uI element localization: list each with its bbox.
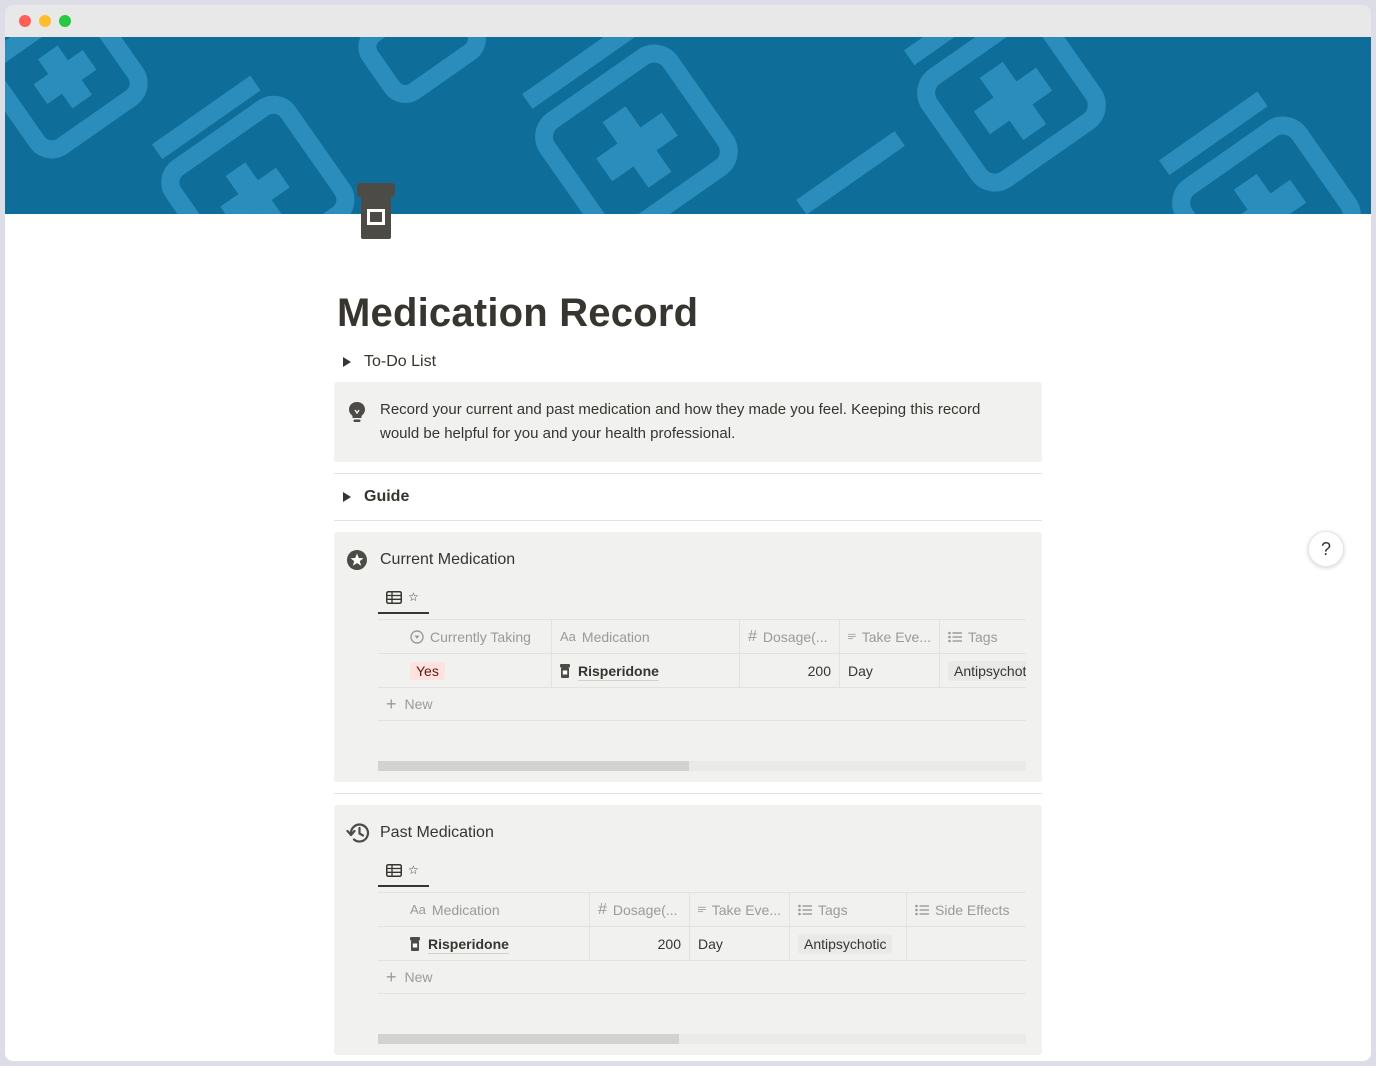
column-header-take-every[interactable]: Take Eve... xyxy=(840,620,940,653)
guide-toggle[interactable]: Guide xyxy=(334,482,1042,512)
divider xyxy=(334,520,1042,521)
column-label: Currently Taking xyxy=(430,628,531,645)
pill-bottle-icon xyxy=(410,936,420,951)
horizontal-scrollbar[interactable] xyxy=(378,1034,1026,1044)
divider xyxy=(334,473,1042,474)
title-bar xyxy=(5,5,1371,37)
callout-block: Record your current and past medication … xyxy=(334,382,1042,462)
column-label: Medication xyxy=(581,628,650,645)
cover-image[interactable] xyxy=(5,37,1371,214)
table-header-row: Currently Taking Aa Medication # Dosage(… xyxy=(378,619,1026,654)
table-icon xyxy=(386,590,402,604)
help-button[interactable]: ? xyxy=(1308,531,1344,567)
column-label: Tags xyxy=(818,901,848,918)
column-header-dosage[interactable]: # Dosage(... xyxy=(740,620,840,653)
column-header-tags[interactable]: Tags xyxy=(790,893,907,926)
callout-text: Record your current and past medication … xyxy=(380,401,981,442)
table-header-row: Aa Medication # Dosage(... Take Eve... T… xyxy=(378,892,1026,927)
column-label: Dosage(... xyxy=(612,901,678,918)
lightbulb-icon xyxy=(349,402,365,422)
add-new-row-button[interactable]: + New xyxy=(378,688,1026,721)
table-icon xyxy=(386,863,402,877)
medication-link[interactable]: Risperidone xyxy=(428,936,509,952)
toggle-triangle-icon[interactable] xyxy=(343,492,351,502)
table-row[interactable]: Yes Risperidone 200 Day Antipsychotic xyxy=(378,654,1026,688)
list-icon xyxy=(948,631,962,642)
column-header-medication[interactable]: Aa Medication xyxy=(378,893,590,926)
text-icon xyxy=(698,906,706,912)
medication-link[interactable]: Risperidone xyxy=(578,663,659,679)
past-medication-table: Aa Medication # Dosage(... Take Eve... T… xyxy=(378,892,1026,994)
pill-bottle-icon xyxy=(560,663,570,678)
cell-take-every[interactable]: Day xyxy=(840,654,940,687)
cell-dosage[interactable]: 200 xyxy=(590,927,690,960)
close-window-button[interactable] xyxy=(19,15,31,27)
new-label: New xyxy=(404,969,433,985)
column-header-side-effects[interactable]: Side Effects xyxy=(907,893,1026,926)
number-icon: # xyxy=(748,627,757,645)
title-icon: Aa xyxy=(560,629,576,644)
text-icon xyxy=(848,633,856,639)
column-label: Tags xyxy=(968,628,998,645)
cell-side-effects[interactable] xyxy=(907,927,1026,960)
cell-dosage[interactable]: 200 xyxy=(740,654,840,687)
history-icon xyxy=(346,823,370,843)
current-medication-database: Current Medication ☆ Currently Taking Aa… xyxy=(334,532,1042,782)
list-icon xyxy=(798,904,812,915)
page-title[interactable]: Medication Record xyxy=(337,291,698,336)
table-view-tab[interactable]: ☆ xyxy=(378,855,429,887)
column-header-take-every[interactable]: Take Eve... xyxy=(690,893,790,926)
scrollbar-thumb[interactable] xyxy=(378,1034,680,1044)
column-label: Side Effects xyxy=(935,901,1010,918)
past-medication-title[interactable]: Past Medication xyxy=(380,824,494,842)
table-row[interactable]: Risperidone 200 Day Antipsychotic xyxy=(378,927,1026,961)
cell-medication[interactable]: Risperidone xyxy=(552,654,740,687)
cell-tags[interactable]: Antipsychotic xyxy=(940,654,1026,687)
cell-currently-taking[interactable]: Yes xyxy=(378,654,552,687)
column-label: Take Eve... xyxy=(861,628,931,645)
column-header-currently-taking[interactable]: Currently Taking xyxy=(378,620,552,653)
column-label: Take Eve... xyxy=(711,901,781,918)
plus-icon: + xyxy=(386,693,397,714)
column-label: Medication xyxy=(431,901,500,918)
cell-medication[interactable]: Risperidone xyxy=(378,927,590,960)
column-label: Dosage(... xyxy=(762,628,828,645)
guide-label: Guide xyxy=(364,488,410,505)
plus-icon: + xyxy=(386,966,397,987)
app-window: Medication Record To-Do List Record your… xyxy=(5,5,1371,1061)
list-icon xyxy=(915,904,929,915)
divider xyxy=(334,793,1042,794)
status-badge: Yes xyxy=(410,661,445,680)
view-star-icon: ☆ xyxy=(408,590,419,604)
column-header-dosage[interactable]: # Dosage(... xyxy=(590,893,690,926)
current-medication-table: Currently Taking Aa Medication # Dosage(… xyxy=(378,619,1026,721)
cell-tags[interactable]: Antipsychotic xyxy=(790,927,907,960)
star-circle-icon xyxy=(347,550,367,570)
minimize-window-button[interactable] xyxy=(39,15,51,27)
title-icon: Aa xyxy=(410,902,426,917)
pill-bottle-icon[interactable] xyxy=(355,181,397,241)
view-star-icon: ☆ xyxy=(408,863,419,877)
table-view-tab[interactable]: ☆ xyxy=(378,582,429,614)
todo-list-label: To-Do List xyxy=(364,353,437,370)
horizontal-scrollbar[interactable] xyxy=(378,761,1026,771)
todo-list-toggle[interactable]: To-Do List xyxy=(334,347,1042,377)
column-header-medication[interactable]: Aa Medication xyxy=(552,620,740,653)
past-medication-database: Past Medication ☆ Aa Medication # Dosage… xyxy=(334,805,1042,1055)
tag-badge: Antipsychotic xyxy=(798,933,893,954)
new-label: New xyxy=(404,696,433,712)
add-new-row-button[interactable]: + New xyxy=(378,961,1026,994)
number-icon: # xyxy=(598,900,607,918)
cell-take-every[interactable]: Day xyxy=(690,927,790,960)
tag-badge: Antipsychotic xyxy=(948,660,1026,681)
toggle-triangle-icon[interactable] xyxy=(343,357,351,367)
column-header-tags[interactable]: Tags xyxy=(940,620,1026,653)
maximize-window-button[interactable] xyxy=(59,15,71,27)
status-icon xyxy=(410,629,424,644)
current-medication-title[interactable]: Current Medication xyxy=(380,551,515,569)
scrollbar-thumb[interactable] xyxy=(378,761,690,771)
